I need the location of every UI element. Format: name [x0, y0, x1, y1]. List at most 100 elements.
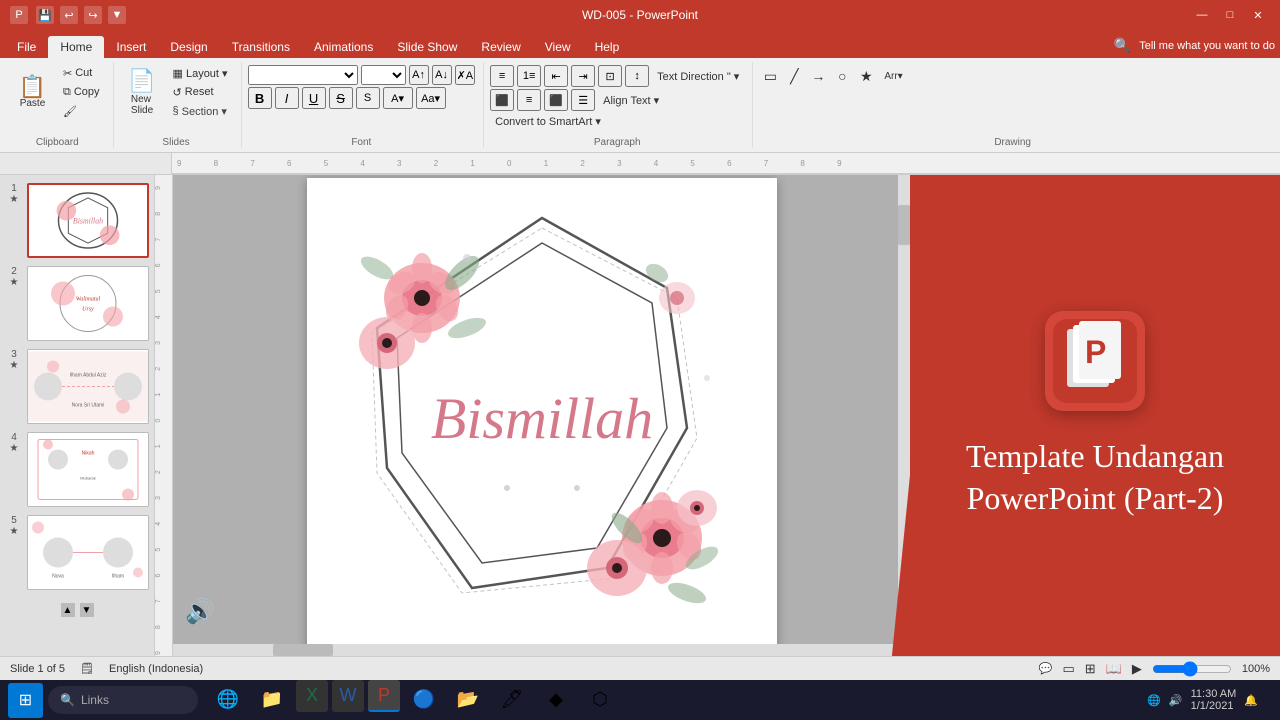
- font-color-button[interactable]: A▾: [383, 87, 413, 109]
- bullets-button[interactable]: ≡: [490, 65, 514, 87]
- char-spacing-button[interactable]: Aa▾: [416, 87, 446, 109]
- rect-shape[interactable]: ▭: [759, 65, 781, 87]
- copy-button[interactable]: ⧉ Copy: [58, 84, 105, 101]
- undo-button[interactable]: ↩: [60, 6, 78, 24]
- customize-button[interactable]: ▼: [108, 6, 126, 24]
- title-bar-left: P 💾 ↩ ↪ ▼: [10, 6, 126, 24]
- underline-button[interactable]: U: [302, 87, 326, 109]
- comments-icon[interactable]: 💬: [1039, 662, 1053, 675]
- reading-view-button[interactable]: 📖: [1106, 661, 1122, 677]
- taskbar-word[interactable]: W: [332, 680, 364, 712]
- taskbar-app-6[interactable]: 📂: [448, 680, 488, 720]
- align-left-button[interactable]: ⬛: [490, 89, 514, 111]
- taskbar-explorer[interactable]: 📁: [252, 680, 292, 720]
- maximize-button[interactable]: □: [1218, 7, 1242, 23]
- line-spacing-button[interactable]: ↕: [625, 65, 649, 87]
- slide-sorter-button[interactable]: ⊞: [1085, 661, 1096, 677]
- paragraph-controls: ≡ 1≡ ⇤ ⇥ ⊡ ↕ Text Direction " ▾ ⬛ ≡ ⬛ ☰ …: [490, 62, 744, 130]
- slide-thumb-4[interactable]: 4 ★ Nikah Mubarak: [5, 432, 149, 507]
- powerpoint-icon: P: [10, 6, 28, 24]
- scroll-up-button[interactable]: ▲: [61, 603, 75, 617]
- line-shape[interactable]: ╱: [783, 65, 805, 87]
- font-size-select[interactable]: [361, 65, 406, 85]
- format-painter-button[interactable]: 🖌: [58, 103, 105, 120]
- arrow-shape[interactable]: →: [807, 65, 829, 87]
- window-title: WD-005 - PowerPoint: [582, 8, 698, 22]
- arrange-button[interactable]: Arr▾: [879, 65, 919, 87]
- text-direction-button[interactable]: Text Direction " ▾: [652, 68, 744, 85]
- new-slide-button[interactable]: 📄 NewSlide: [120, 62, 165, 122]
- format-painter-icon: 🖌: [63, 105, 77, 118]
- normal-view-button[interactable]: ▭: [1062, 661, 1074, 677]
- bold-button[interactable]: B: [248, 87, 272, 109]
- align-right-button[interactable]: ⬛: [544, 89, 568, 111]
- align-center-button[interactable]: ≡: [517, 89, 541, 111]
- align-text-button[interactable]: Align Text ▾: [598, 92, 664, 109]
- minimize-button[interactable]: —: [1190, 7, 1214, 23]
- tab-home[interactable]: Home: [48, 36, 104, 58]
- decrease-indent-button[interactable]: ⇤: [544, 65, 568, 87]
- ruler-area: 9 8 7 6 5 4 3 2 1 0 1 2 3 4 5 6 7 8 9: [0, 153, 1280, 175]
- taskbar-app-7[interactable]: 🖊: [492, 680, 532, 720]
- slide-thumb-2[interactable]: 2 ★ Walimatul Ursy: [5, 266, 149, 341]
- save-button[interactable]: 💾: [36, 6, 54, 24]
- star-shape[interactable]: ★: [855, 65, 877, 87]
- taskbar-powerpoint[interactable]: P: [368, 680, 400, 712]
- strikethrough-button[interactable]: S: [329, 87, 353, 109]
- cut-button[interactable]: ✂ Cut: [58, 65, 105, 82]
- taskbar-excel[interactable]: X: [296, 680, 328, 712]
- taskbar-app-5[interactable]: 🔵: [404, 680, 444, 720]
- circle-shape[interactable]: ○: [831, 65, 853, 87]
- taskbar-app-9[interactable]: ⬡: [580, 680, 620, 720]
- slide-preview-2: Walimatul Ursy: [27, 266, 149, 341]
- slide-preview-4: Nikah Mubarak: [27, 432, 149, 507]
- notification-icon[interactable]: 🔔: [1244, 694, 1258, 707]
- taskbar-edge[interactable]: 🌐: [208, 680, 248, 720]
- italic-button[interactable]: I: [275, 87, 299, 109]
- font-label: Font: [248, 133, 476, 148]
- font-name-select[interactable]: [248, 65, 358, 85]
- close-button[interactable]: ✕: [1246, 7, 1270, 23]
- clear-format-button[interactable]: ✗A: [455, 65, 476, 85]
- numbering-button[interactable]: 1≡: [517, 65, 541, 87]
- tab-view[interactable]: View: [533, 36, 583, 58]
- tab-insert[interactable]: Insert: [104, 36, 158, 58]
- taskbar-app-8[interactable]: ◆: [536, 680, 576, 720]
- shadow-button[interactable]: S: [356, 87, 380, 109]
- font-row1: A↑ A↓ ✗A: [248, 65, 476, 85]
- slide-thumb-3[interactable]: 3 ★ Ilham Abdul Aziz Nora Sri Utami: [5, 349, 149, 424]
- tab-design[interactable]: Design: [158, 36, 219, 58]
- slideshow-button[interactable]: ▶: [1132, 661, 1142, 677]
- volume-icon[interactable]: 🔊: [185, 597, 215, 626]
- columns-button[interactable]: ⊡: [598, 65, 622, 87]
- clipboard-label: Clipboard: [10, 133, 105, 148]
- increase-font-button[interactable]: A↑: [409, 65, 429, 85]
- reset-button[interactable]: ↺ Reset: [168, 84, 233, 101]
- layout-icon: ▦: [173, 67, 183, 80]
- convert-smartart-button[interactable]: Convert to SmartArt ▾: [490, 113, 606, 130]
- notes-icon[interactable]: 🗒: [80, 662, 94, 675]
- layout-button[interactable]: ▦ Layout ▾: [168, 65, 233, 82]
- tab-animations[interactable]: Animations: [302, 36, 385, 58]
- tab-file[interactable]: File: [5, 36, 48, 58]
- slide-thumb-1[interactable]: 1 ★ Bismillah: [5, 183, 149, 258]
- taskbar-search[interactable]: 🔍 Links: [48, 686, 198, 714]
- justify-button[interactable]: ☰: [571, 89, 595, 111]
- tab-review[interactable]: Review: [469, 36, 532, 58]
- tab-help[interactable]: Help: [583, 36, 632, 58]
- horizontal-scrollbar[interactable]: [173, 644, 898, 656]
- taskbar: ⊞ 🔍 Links 🌐 📁 X W P 🔵 📂 🖊 ◆ ⬡ 🌐 🔊 11:30 …: [0, 680, 1280, 720]
- increase-indent-button[interactable]: ⇥: [571, 65, 595, 87]
- tab-slideshow[interactable]: Slide Show: [385, 36, 469, 58]
- paste-button[interactable]: 📋 Paste: [10, 62, 55, 122]
- section-button[interactable]: § Section ▾: [168, 103, 233, 120]
- redo-button[interactable]: ↪: [84, 6, 102, 24]
- zoom-slider[interactable]: [1152, 662, 1232, 676]
- start-button[interactable]: ⊞: [8, 683, 43, 718]
- tell-me-input[interactable]: Tell me what you want to do: [1139, 40, 1275, 52]
- scroll-down-button[interactable]: ▼: [80, 603, 94, 617]
- slide-thumb-5[interactable]: 5 ★ Nova Ilham: [5, 515, 149, 590]
- decrease-font-button[interactable]: A↓: [432, 65, 452, 85]
- scrollbar-thumb-h[interactable]: [273, 644, 333, 656]
- tab-transitions[interactable]: Transitions: [220, 36, 302, 58]
